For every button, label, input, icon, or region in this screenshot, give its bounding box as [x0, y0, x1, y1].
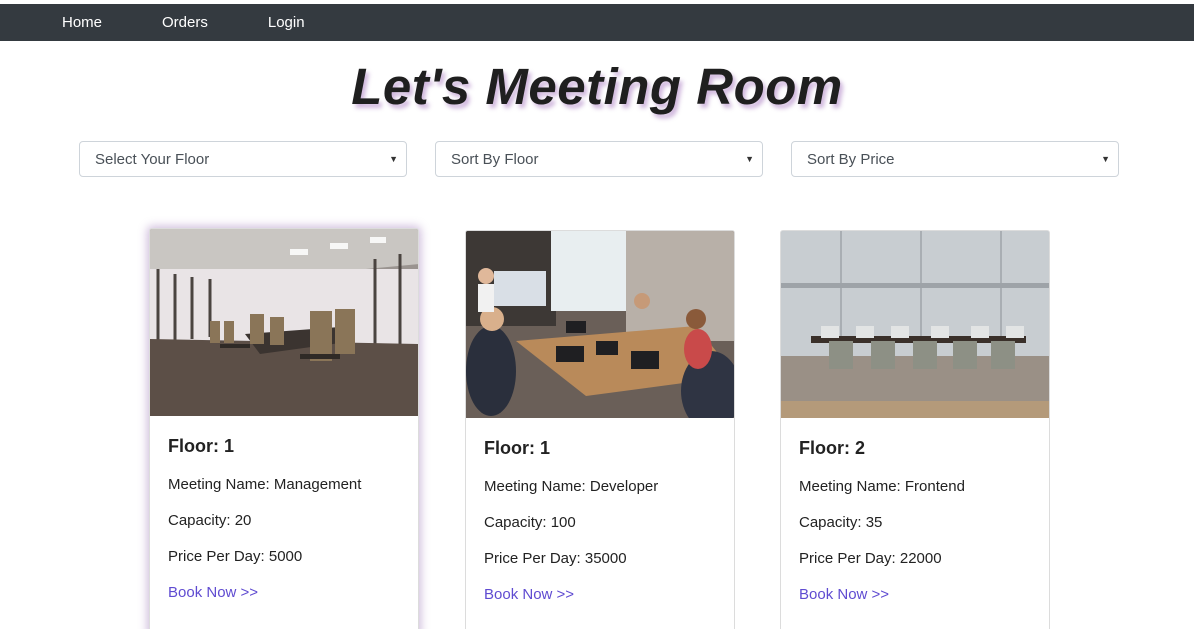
book-now-link[interactable]: Book Now >> — [799, 586, 889, 603]
chevron-down-icon: ▼ — [389, 154, 398, 164]
sort-by-price-select[interactable]: Sort By Price ▼ — [791, 141, 1119, 177]
room-card-management: Floor: 1 Meeting Name: Management Capaci… — [149, 228, 419, 629]
floor-select-value: Select Your Floor — [95, 150, 210, 168]
room-meeting-name: Meeting Name: Frontend — [799, 478, 965, 495]
room-capacity: Capacity: 20 — [168, 512, 252, 529]
room-photo-management — [150, 229, 418, 416]
room-card-body: Floor: 1 Meeting Name: Management Capaci… — [150, 416, 418, 620]
room-card-frontend: Floor: 2 Meeting Name: Frontend Capacity… — [780, 230, 1050, 629]
sort-by-floor-select[interactable]: Sort By Floor ▼ — [435, 141, 763, 177]
room-meeting-name: Meeting Name: Developer — [484, 478, 659, 495]
book-now-link[interactable]: Book Now >> — [484, 586, 574, 603]
nav-orders-link[interactable]: Orders — [162, 14, 208, 31]
room-floor: Floor: 1 — [168, 436, 234, 456]
top-navbar: Home Orders Login — [0, 4, 1194, 41]
page-title: Let's Meeting Room — [351, 58, 843, 115]
room-card-body: Floor: 2 Meeting Name: Frontend Capacity… — [781, 418, 1049, 622]
room-price: Price Per Day: 35000 — [484, 550, 627, 567]
room-price: Price Per Day: 22000 — [799, 550, 942, 567]
room-floor: Floor: 2 — [799, 438, 865, 458]
room-photo-frontend — [781, 231, 1049, 418]
sort-by-price-value: Sort By Price — [807, 150, 895, 168]
room-floor: Floor: 1 — [484, 438, 550, 458]
room-capacity: Capacity: 35 — [799, 514, 883, 531]
chevron-down-icon: ▼ — [745, 154, 754, 164]
book-now-link[interactable]: Book Now >> — [168, 584, 258, 601]
room-meeting-name: Meeting Name: Management — [168, 476, 362, 493]
room-capacity: Capacity: 100 — [484, 514, 576, 531]
room-price: Price Per Day: 5000 — [168, 548, 303, 565]
sort-by-floor-value: Sort By Floor — [451, 150, 539, 168]
room-card-developer: Floor: 1 Meeting Name: Developer Capacit… — [465, 230, 735, 629]
floor-select[interactable]: Select Your Floor ▼ — [79, 141, 407, 177]
chevron-down-icon: ▼ — [1101, 154, 1110, 164]
nav-login-link[interactable]: Login — [268, 14, 305, 31]
room-card-body: Floor: 1 Meeting Name: Developer Capacit… — [466, 418, 734, 622]
nav-home-link[interactable]: Home — [62, 14, 102, 31]
room-photo-developer — [466, 231, 734, 418]
